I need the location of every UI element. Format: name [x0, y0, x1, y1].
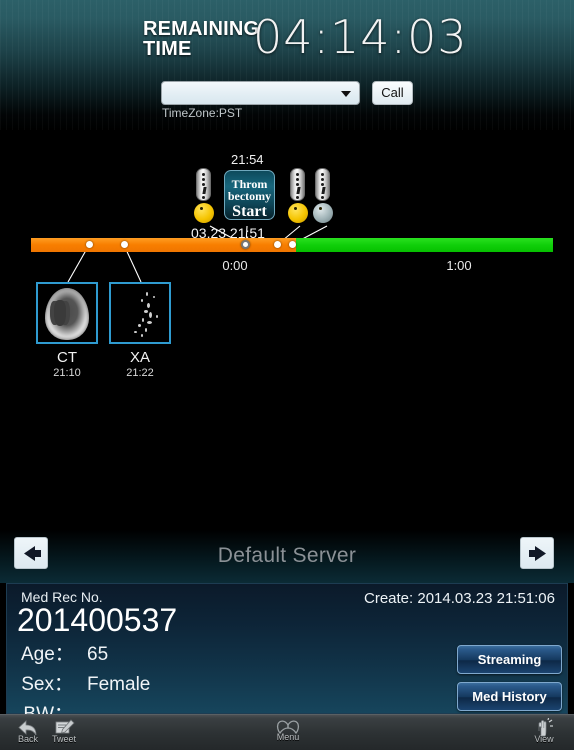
toolbar-label-back: Back — [17, 734, 38, 744]
patient-row-age: Age： 65 — [21, 639, 108, 666]
event-date-label: 03.23 21:51 — [191, 225, 265, 241]
streaming-button[interactable]: Streaming — [457, 645, 562, 674]
pac-grey-icon — [313, 203, 333, 223]
call-button[interactable]: Call — [372, 81, 413, 105]
timeline-tick-1: 1:00 — [446, 258, 472, 273]
create-timestamp: Create: 2014.03.23 21:51:06 — [364, 590, 555, 607]
toolbar-item-view[interactable]: View — [524, 718, 564, 744]
toolbar-label-tweet: Tweet — [51, 734, 76, 744]
server-name-label: Default Server — [217, 544, 357, 567]
app-header: REMAINING TIME 04:14:03 Call TimeZone:PS… — [0, 0, 574, 130]
marker-alert-3[interactable] — [313, 168, 333, 223]
patient-sex-value: Female — [87, 674, 151, 695]
server-select-wrapper[interactable] — [161, 81, 360, 105]
timezone-label: TimeZone:PST — [162, 106, 243, 120]
toolbar-item-tweet[interactable]: Tweet — [44, 718, 84, 744]
arrow-right-icon — [529, 546, 546, 561]
toolbar-item-menu[interactable]: Menu — [265, 718, 311, 742]
med-history-button[interactable]: Med History — [457, 682, 562, 711]
countdown-clock: 04:14:03 — [253, 10, 468, 64]
timeline-tick-0: 0:00 — [222, 258, 248, 273]
timeline-canvas: 0:00 1:00 21:54 Throm bectomy Start 03.2… — [0, 130, 574, 530]
timeline-dot-event-3[interactable] — [289, 241, 296, 248]
marker-alert-2[interactable] — [288, 168, 308, 223]
event-thrombectomy-start[interactable]: Throm bectomy Start — [224, 170, 275, 220]
mrn-value: 201400537 — [17, 602, 178, 638]
patient-age-value: 65 — [87, 644, 109, 665]
timeline-dot-event-2[interactable] — [274, 241, 281, 248]
timeline-dot-thrombectomy[interactable] — [241, 240, 250, 249]
event-box-line-3: Start — [232, 203, 267, 220]
brain-ct-thumbnail[interactable] — [36, 282, 98, 344]
remaining-line-1: REMAINING — [143, 18, 260, 40]
bottom-toolbar: Back Tweet Menu View — [0, 714, 574, 750]
remaining-time-label: REMAINING TIME — [143, 18, 259, 59]
pac-yellow-icon — [194, 203, 214, 223]
timeline-dot-xa[interactable] — [121, 241, 128, 248]
thermometer-alert-icon — [315, 168, 330, 201]
server-select[interactable] — [161, 81, 360, 105]
marker-alert-1[interactable] — [194, 168, 214, 223]
event-box-line-2: bectomy — [227, 189, 272, 203]
thermometer-alert-icon — [290, 168, 305, 201]
study-thumb-ct[interactable]: CT 21:10 — [36, 282, 98, 379]
study-time-xa: 21:22 — [126, 367, 154, 379]
patient-sex-key: Sex： — [21, 674, 73, 695]
study-modality-ct: CT — [57, 349, 77, 366]
patient-row-sex: Sex： Female — [21, 669, 150, 696]
toolbar-label-view: View — [534, 734, 554, 744]
angiography-thumbnail[interactable] — [109, 282, 171, 344]
study-modality-xa: XA — [129, 349, 150, 366]
chevron-down-icon — [341, 91, 351, 97]
study-thumb-xa[interactable]: XA 21:22 — [109, 282, 171, 379]
toolbar-item-back[interactable]: Back — [8, 718, 48, 744]
timeline-remaining-segment — [296, 238, 553, 252]
remaining-time-label-text: REMAINING TIME — [143, 18, 259, 59]
pac-yellow-icon — [288, 203, 308, 223]
server-nav-bar: Default Server — [0, 530, 574, 583]
next-server-button[interactable] — [520, 537, 554, 569]
thermometer-alert-icon — [196, 168, 211, 201]
timeline-dot-ct[interactable] — [86, 241, 93, 248]
study-time-ct: 21:10 — [53, 367, 81, 379]
event-time-label: 21:54 — [231, 152, 264, 167]
toolbar-label-menu: Menu — [276, 732, 300, 742]
patient-age-key: Age： — [21, 644, 74, 665]
remaining-line-2: TIME — [143, 38, 192, 60]
